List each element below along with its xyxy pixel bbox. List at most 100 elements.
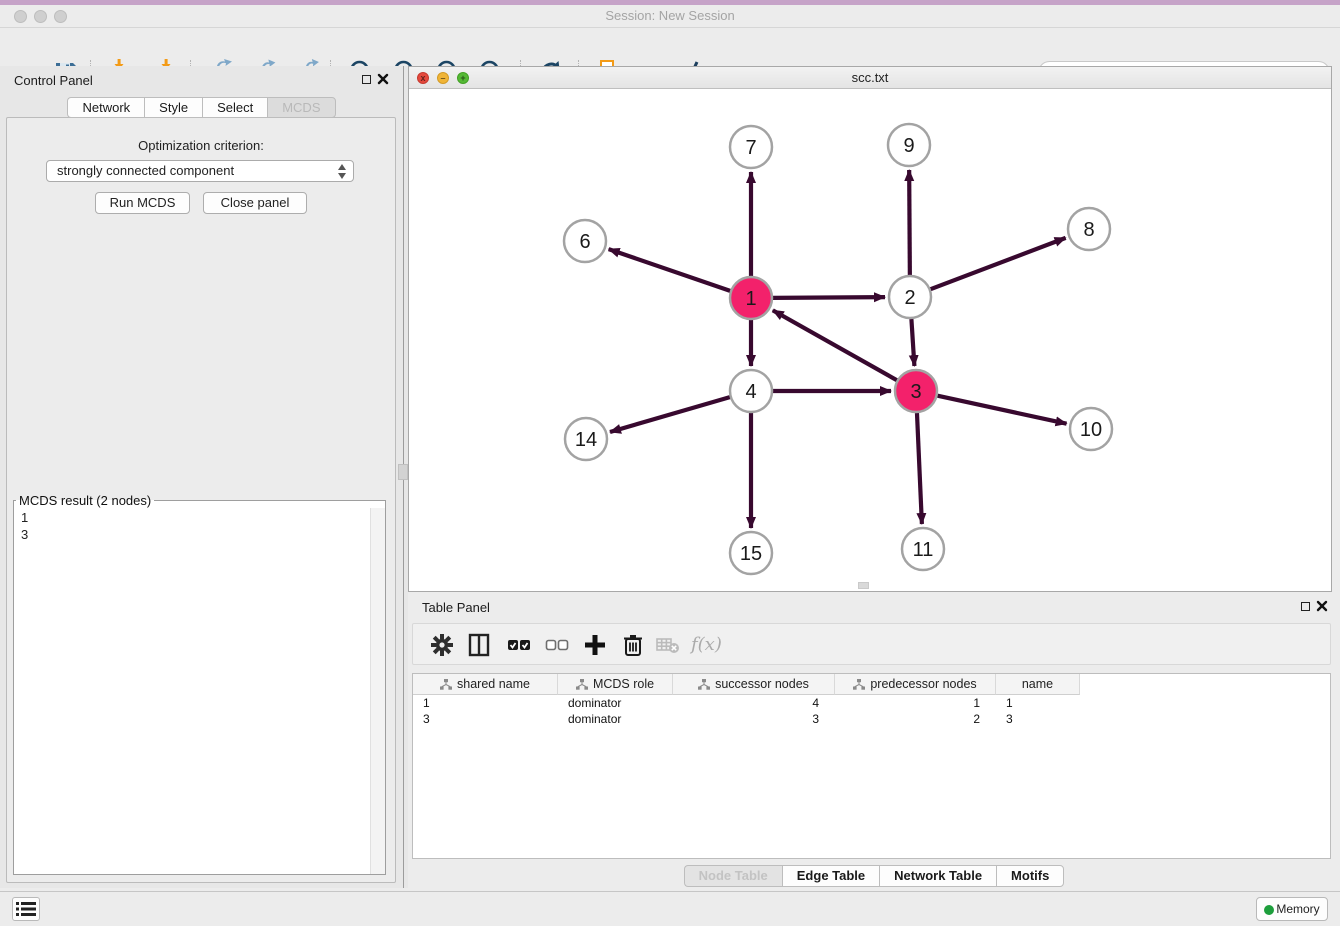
graph-node-label: 4	[745, 381, 756, 403]
close-panel-icon[interactable]	[377, 72, 391, 86]
tab-style[interactable]: Style	[144, 97, 202, 118]
network-graph[interactable]: 7968124314101511	[409, 89, 1331, 591]
column-header-shared-name[interactable]: shared name	[413, 674, 558, 695]
table-row[interactable]: 1dominator411	[413, 695, 1330, 711]
criterion-value: strongly connected component	[57, 163, 234, 178]
network-canvas[interactable]: 7968124314101511	[409, 89, 1331, 591]
table-panel-title: Table Panel	[422, 600, 490, 615]
task-history-button[interactable]	[12, 897, 40, 921]
column-label: name	[1022, 677, 1053, 691]
node-table-header: shared name MCDS role successor nodes pr…	[413, 674, 1080, 695]
graph-node-label: 11	[913, 539, 934, 561]
deselect-all-icon[interactable]	[544, 632, 570, 658]
mcds-result-list[interactable]: 1 3	[14, 508, 370, 874]
table-cell[interactable]: 1	[835, 695, 996, 711]
table-panel-header: Table Panel	[408, 593, 1340, 621]
table-cell[interactable]: 3	[673, 711, 835, 727]
graph-edge-4-14[interactable]	[610, 397, 730, 432]
graph-node-label: 1	[745, 288, 756, 310]
mcds-result-title: MCDS result (2 nodes)	[16, 493, 154, 508]
tab-network[interactable]: Network	[67, 97, 144, 118]
criterion-select[interactable]: strongly connected component	[46, 160, 354, 182]
column-label: successor nodes	[715, 677, 809, 691]
graph-edge-3-1[interactable]	[773, 310, 897, 380]
graph-edge-3-11[interactable]	[917, 413, 922, 524]
table-cell[interactable]: 2	[835, 711, 996, 727]
graph-edge-2-8[interactable]	[931, 238, 1066, 289]
titlebar: Session: New Session	[0, 0, 1340, 28]
column-label: shared name	[457, 677, 530, 691]
close-panel-button[interactable]: Close panel	[203, 192, 307, 214]
result-scrollbar[interactable]	[370, 508, 385, 874]
graph-edge-1-6[interactable]	[609, 249, 731, 291]
control-panel: Control Panel Network Style Select MCDS …	[0, 66, 403, 888]
status-bar: Memory	[0, 891, 1340, 926]
tab-edge-table[interactable]: Edge Table	[782, 865, 879, 887]
graph-edge-3-10[interactable]	[937, 396, 1066, 424]
table-cell[interactable]: 3	[413, 711, 558, 727]
column-label: MCDS role	[593, 677, 654, 691]
attribute-icon	[440, 679, 452, 690]
graph-node-label: 8	[1083, 219, 1094, 241]
graph-node-label: 3	[910, 381, 921, 403]
table-toolbar: f(x)	[412, 623, 1331, 665]
optimization-criterion-label: Optimization criterion:	[7, 138, 395, 153]
add-column-icon[interactable]	[582, 632, 608, 658]
table-cell[interactable]: 1	[996, 695, 1080, 711]
tab-select[interactable]: Select	[202, 97, 267, 118]
table-cell[interactable]: 1	[413, 695, 558, 711]
network-window-titlebar: x – + scc.txt	[409, 67, 1331, 89]
mcds-result-group: MCDS result (2 nodes) 1 3	[13, 493, 386, 875]
canvas-resize-grip[interactable]	[858, 582, 869, 589]
memory-button[interactable]: Memory	[1256, 897, 1328, 921]
float-panel-icon[interactable]	[1301, 602, 1310, 611]
select-all-icon[interactable]	[506, 632, 532, 658]
network-view-window: x – + scc.txt 7968124314101511	[408, 66, 1332, 592]
column-header-name[interactable]: name	[996, 674, 1080, 695]
graph-edge-1-2[interactable]	[773, 297, 885, 298]
control-panel-title: Control Panel	[14, 73, 93, 88]
delete-table-icon[interactable]	[656, 636, 682, 662]
float-panel-icon[interactable]	[362, 75, 371, 84]
run-mcds-button[interactable]: Run MCDS	[95, 192, 190, 214]
column-header-mcds-role[interactable]: MCDS role	[558, 674, 673, 695]
splitter-grip[interactable]	[398, 464, 408, 480]
table-panel: Table Panel	[408, 593, 1340, 891]
node-table-body[interactable]: 1dominator4113dominator323	[413, 695, 1330, 727]
table-cell[interactable]: dominator	[558, 695, 673, 711]
tab-motifs[interactable]: Motifs	[996, 865, 1064, 887]
graph-edge-2-9[interactable]	[909, 170, 910, 275]
table-cell[interactable]: dominator	[558, 711, 673, 727]
column-label: predecessor nodes	[870, 677, 976, 691]
table-settings-gear-icon[interactable]	[429, 632, 455, 658]
function-builder-icon[interactable]: f(x)	[691, 634, 717, 660]
graph-node-label: 2	[904, 287, 915, 309]
list-icon	[16, 901, 36, 917]
tab-network-table[interactable]: Network Table	[879, 865, 996, 887]
control-panel-tabs: Network Style Select MCDS	[0, 97, 403, 118]
close-panel-icon[interactable]	[1316, 599, 1330, 613]
memory-label: Memory	[1276, 902, 1319, 916]
tab-node-table[interactable]: Node Table	[684, 865, 782, 887]
tab-mcds[interactable]: MCDS	[267, 97, 335, 118]
show-columns-icon[interactable]	[466, 632, 492, 658]
attribute-icon	[853, 679, 865, 690]
network-window-title: scc.txt	[409, 70, 1331, 85]
graph-edge-2-3[interactable]	[911, 319, 914, 366]
table-cell[interactable]: 3	[996, 711, 1080, 727]
attribute-icon	[576, 679, 588, 690]
application-window: Session: New Session	[0, 0, 1340, 926]
table-cell[interactable]: 4	[673, 695, 835, 711]
delete-column-trash-icon[interactable]	[620, 632, 646, 658]
column-header-successor-nodes[interactable]: successor nodes	[673, 674, 835, 695]
select-stepper-icon	[338, 164, 347, 180]
graph-node-label: 7	[745, 137, 756, 159]
main-toolbar	[0, 28, 1340, 64]
control-panel-header: Control Panel	[0, 66, 403, 94]
table-panel-tabs: Node Table Edge Table Network Table Moti…	[408, 865, 1340, 887]
table-row[interactable]: 3dominator323	[413, 711, 1330, 727]
graph-node-label: 9	[903, 135, 914, 157]
column-header-predecessor-nodes[interactable]: predecessor nodes	[835, 674, 996, 695]
node-table[interactable]: shared name MCDS role successor nodes pr…	[412, 673, 1331, 859]
mcds-tab-content: Optimization criterion: strongly connect…	[6, 117, 396, 883]
